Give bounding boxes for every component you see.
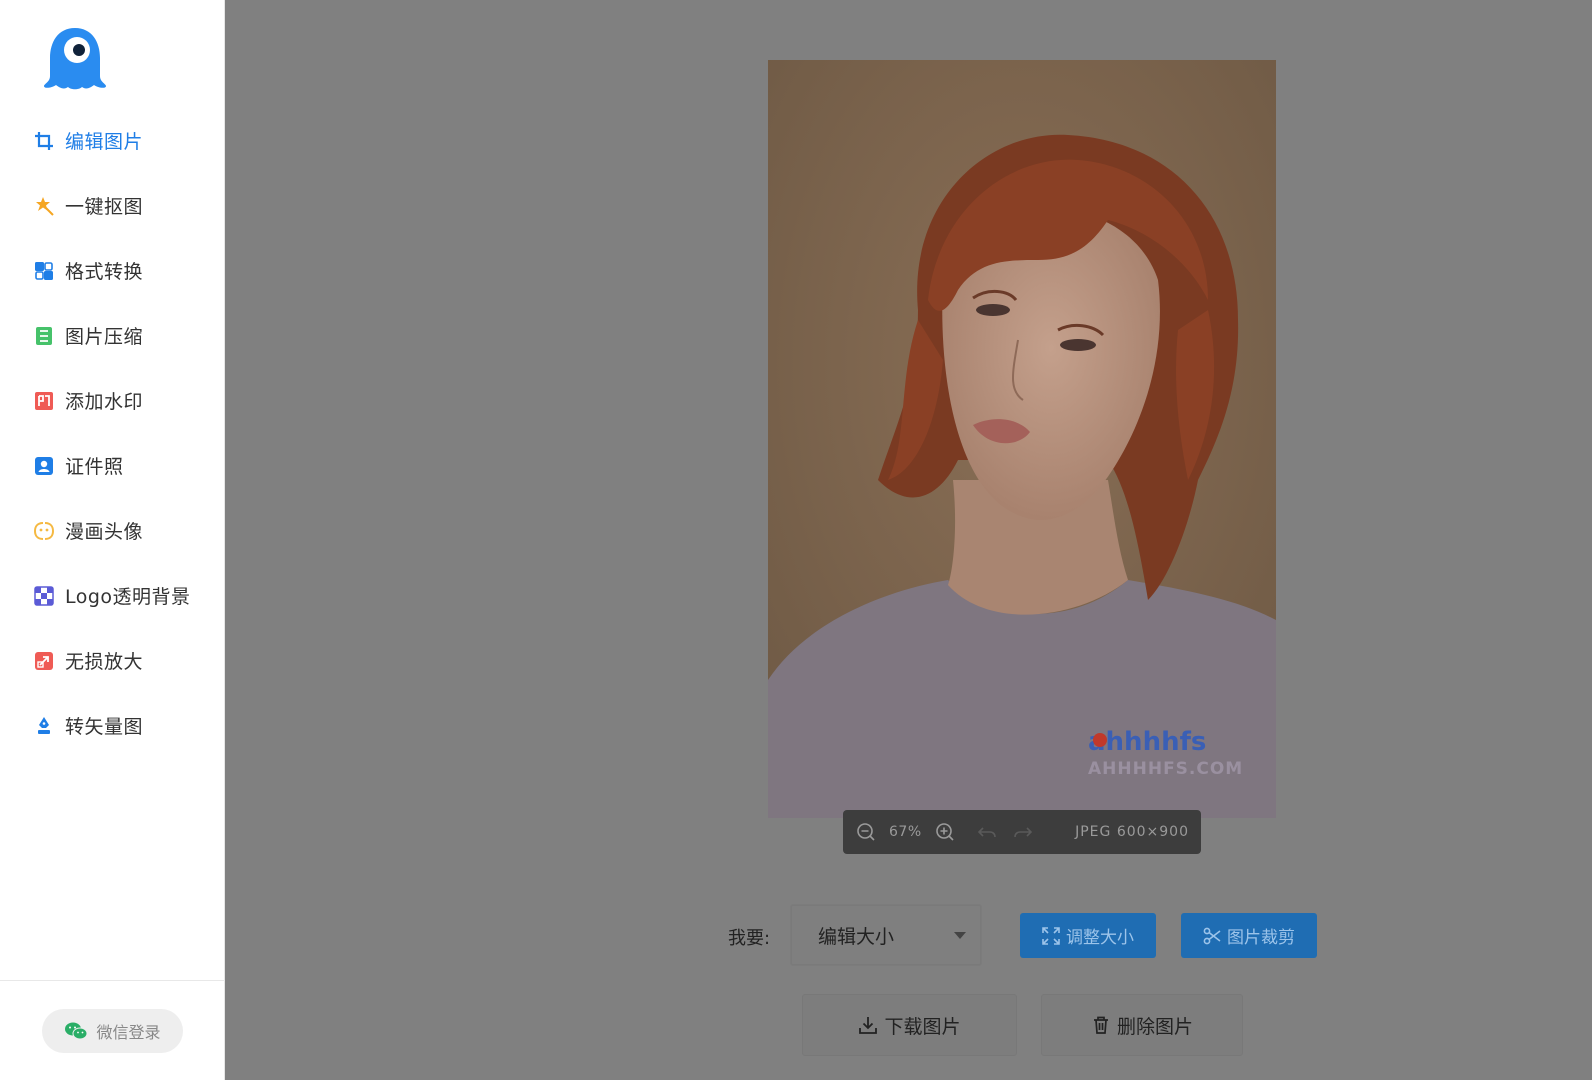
portrait-photo: ahhhhfs AHHHHFS.COM xyxy=(768,60,1276,818)
sidebar-item-cartoon-avatar[interactable]: 漫画头像 xyxy=(0,498,225,563)
resize-button-label: 调整大小 xyxy=(1066,928,1134,948)
image-format-info: JPEG 600×900 xyxy=(1075,824,1189,840)
wechat-login-button[interactable]: 微信登录 xyxy=(42,1009,183,1053)
sidebar: 编辑图片 一键抠图 格式转换 图片压缩 添加水印 证件照 漫画头像 Logo透明… xyxy=(0,0,225,1080)
ghost-logo-icon xyxy=(44,28,106,90)
sidebar-item-label: 一键抠图 xyxy=(65,196,144,218)
mode-select[interactable]: 编辑大小 xyxy=(791,905,981,965)
crop-icon xyxy=(34,131,54,151)
sidebar-item-logo-transparent[interactable]: Logo透明背景 xyxy=(0,563,225,628)
sidebar-item-label: 转矢量图 xyxy=(65,716,144,738)
sidebar-item-id-photo[interactable]: 证件照 xyxy=(0,433,225,498)
crop-button-label: 图片裁剪 xyxy=(1227,928,1295,948)
delete-button-label: 删除图片 xyxy=(1116,1015,1193,1038)
sidebar-item-format-convert[interactable]: 格式转换 xyxy=(0,238,225,303)
sidebar-divider xyxy=(0,980,225,981)
delete-button[interactable]: 删除图片 xyxy=(1041,994,1243,1056)
crop-button[interactable]: 图片裁剪 xyxy=(1181,913,1317,958)
sidebar-item-watermark[interactable]: 添加水印 xyxy=(0,368,225,433)
sidebar-item-label: 格式转换 xyxy=(65,261,144,283)
zoom-out-icon[interactable] xyxy=(855,821,877,843)
compress-icon xyxy=(34,326,54,346)
image-toolbar: 67% JPEG 600×900 xyxy=(843,810,1201,854)
trash-icon xyxy=(1091,1015,1111,1035)
sidebar-item-edit-image[interactable]: 编辑图片 xyxy=(0,108,225,173)
transparent-bg-icon xyxy=(34,585,54,606)
upscale-icon xyxy=(34,651,54,671)
download-button-label: 下载图片 xyxy=(884,1015,961,1038)
download-icon xyxy=(858,1015,878,1035)
sidebar-item-label: 证件照 xyxy=(65,456,124,478)
resize-button[interactable]: 调整大小 xyxy=(1020,913,1156,958)
scissors-icon xyxy=(1203,927,1221,945)
undo-icon[interactable] xyxy=(976,821,998,843)
sidebar-item-label: 图片压缩 xyxy=(65,326,144,348)
sidebar-item-label: 无损放大 xyxy=(65,651,144,673)
watermark-icon xyxy=(34,391,54,411)
sidebar-item-upscale[interactable]: 无损放大 xyxy=(0,628,225,693)
download-button[interactable]: 下载图片 xyxy=(802,994,1017,1056)
sidebar-item-label: 漫画头像 xyxy=(65,521,144,543)
wechat-icon xyxy=(64,1021,88,1041)
magic-wand-icon xyxy=(34,196,54,216)
preview-image: ahhhhfs AHHHHFS.COM xyxy=(768,60,1276,818)
sidebar-item-label: Logo透明背景 xyxy=(65,586,191,608)
chevron-down-icon xyxy=(954,932,966,939)
app-logo[interactable] xyxy=(40,24,110,94)
sidebar-nav: 编辑图片 一键抠图 格式转换 图片压缩 添加水印 证件照 漫画头像 Logo透明… xyxy=(0,108,225,758)
zoom-level: 67% xyxy=(889,824,922,840)
mode-select-value: 编辑大小 xyxy=(818,925,895,948)
main-canvas-area: ahhhhfs AHHHHFS.COM 67% JPEG 600×900 我要:… xyxy=(226,0,1592,1080)
watermark-site: AHHHHFS.COM xyxy=(1088,759,1243,779)
redo-icon[interactable] xyxy=(1012,821,1034,843)
mode-label: 我要: xyxy=(728,928,771,949)
cartoon-avatar-icon xyxy=(34,521,54,541)
format-convert-icon xyxy=(34,261,54,281)
vector-icon xyxy=(34,716,54,736)
sidebar-item-compress[interactable]: 图片压缩 xyxy=(0,303,225,368)
sidebar-item-label: 编辑图片 xyxy=(65,131,144,153)
id-photo-icon xyxy=(34,456,54,476)
sidebar-item-vector[interactable]: 转矢量图 xyxy=(0,693,225,758)
sidebar-item-cutout[interactable]: 一键抠图 xyxy=(0,173,225,238)
expand-icon xyxy=(1042,926,1060,945)
zoom-in-icon[interactable] xyxy=(934,821,956,843)
wechat-login-label: 微信登录 xyxy=(96,1023,161,1042)
sidebar-item-label: 添加水印 xyxy=(65,391,144,413)
